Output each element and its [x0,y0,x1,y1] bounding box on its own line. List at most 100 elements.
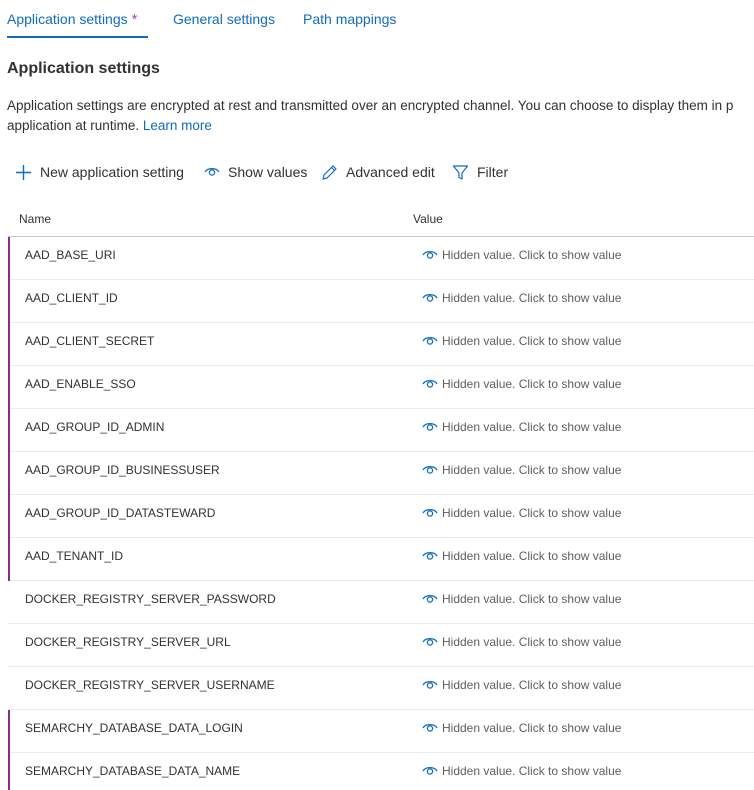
modified-row-marker [8,538,10,581]
setting-name[interactable]: DOCKER_REGISTRY_SERVER_PASSWORD [25,592,276,606]
button-label: Filter [477,164,509,180]
hidden-value-toggle[interactable]: Hidden value. Click to show value [422,592,621,606]
hidden-value-text: Hidden value. Click to show value [442,420,622,434]
eye-icon [422,508,438,517]
tab-label: Application settings [7,11,128,27]
setting-name[interactable]: DOCKER_REGISTRY_SERVER_USERNAME [25,678,275,692]
hidden-value-toggle[interactable]: Hidden value. Click to show value [422,420,621,434]
hidden-value-toggle[interactable]: Hidden value. Click to show value [422,334,621,348]
table-row[interactable]: DOCKER_REGISTRY_SERVER_USERNAME Hidden va… [8,667,754,710]
modified-row-marker [8,366,10,409]
eye-icon [204,167,220,176]
tab-path-mappings[interactable]: Path mappings [303,11,396,27]
hidden-value-toggle[interactable]: Hidden value. Click to show value [422,635,621,649]
show-values-button[interactable]: Show values [204,158,307,186]
modified-row-marker [8,452,10,495]
eye-icon [422,465,438,474]
hidden-value-text: Hidden value. Click to show value [442,334,622,348]
hidden-value-text: Hidden value. Click to show value [442,463,622,477]
table-row[interactable]: AAD_CLIENT_ID Hidden value. Click to show… [8,280,754,323]
table-row[interactable]: AAD_ENABLE_SSO Hidden value. Click to sho… [8,366,754,409]
section-title: Application settings [7,60,160,77]
setting-name[interactable]: SEMARCHY_DATABASE_DATA_LOGIN [25,721,243,735]
table-row[interactable]: AAD_GROUP_ID_DATASTEWARD Hidden value. Cl… [8,495,754,538]
column-header-value[interactable]: Value [413,212,443,226]
table-row[interactable]: AAD_TENANT_ID Hidden value. Click to show… [8,538,754,581]
setting-name[interactable]: AAD_BASE_URI [25,248,116,262]
table-row[interactable]: AAD_GROUP_ID_ADMIN Hidden value. Click to… [8,409,754,452]
hidden-value-text: Hidden value. Click to show value [442,377,622,391]
eye-icon [422,293,438,302]
setting-name[interactable]: DOCKER_REGISTRY_SERVER_URL [25,635,231,649]
eye-icon [422,723,438,732]
eye-icon [422,551,438,560]
modified-row-marker [8,280,10,323]
app-settings-page: Application settings * General settings P… [0,0,754,790]
button-label: New application setting [40,164,184,180]
hidden-value-text: Hidden value. Click to show value [442,549,622,563]
description-line: Application settings are encrypted at re… [7,98,734,113]
hidden-value-text: Hidden value. Click to show value [442,678,622,692]
tab-application-settings[interactable]: Application settings * [7,11,137,28]
modified-row-marker [8,409,10,452]
pencil-icon [322,164,337,180]
eye-icon [422,379,438,388]
hidden-value-text: Hidden value. Click to show value [442,248,622,262]
tab-general-settings[interactable]: General settings [173,11,275,27]
new-application-setting-button[interactable]: New application setting [15,158,184,186]
eye-icon [422,422,438,431]
setting-name[interactable]: AAD_GROUP_ID_BUSINESSUSER [25,463,220,477]
advanced-edit-button[interactable]: Advanced edit [321,158,435,186]
hidden-value-toggle[interactable]: Hidden value. Click to show value [422,377,621,391]
table-row[interactable]: DOCKER_REGISTRY_SERVER_PASSWORD Hidden va… [8,581,754,624]
eye-icon [422,766,438,775]
hidden-value-text: Hidden value. Click to show value [442,506,622,520]
modified-row-marker [8,753,10,790]
table-row[interactable]: SEMARCHY_DATABASE_DATA_NAME Hidden value.… [8,753,754,790]
eye-icon [422,637,438,646]
hidden-value-text: Hidden value. Click to show value [442,291,622,305]
plus-icon [16,164,31,180]
setting-name[interactable]: AAD_GROUP_ID_ADMIN [25,420,164,434]
table-row[interactable]: DOCKER_REGISTRY_SERVER_URL Hidden value. … [8,624,754,667]
setting-name[interactable]: AAD_CLIENT_ID [25,291,118,305]
tab-label: Path mappings [303,11,397,27]
active-tab-indicator [7,36,148,38]
tab-label: General settings [173,11,275,27]
eye-icon [422,594,438,603]
eye-icon [422,336,438,345]
setting-name[interactable]: SEMARCHY_DATABASE_DATA_NAME [25,764,240,778]
hidden-value-toggle[interactable]: Hidden value. Click to show value [422,549,621,563]
setting-name[interactable]: AAD_GROUP_ID_DATASTEWARD [25,506,215,520]
table-row[interactable]: AAD_CLIENT_SECRET Hidden value. Click to … [8,323,754,366]
hidden-value-toggle[interactable]: Hidden value. Click to show value [422,248,621,262]
settings-tabs: Application settings * General settings P… [0,0,754,40]
table-row[interactable]: SEMARCHY_DATABASE_DATA_LOGIN Hidden value… [8,710,754,753]
settings-table-body: AAD_BASE_URI Hidden value. Click to show … [8,237,754,790]
command-bar: New application setting Show values Adva… [0,158,754,188]
hidden-value-toggle[interactable]: Hidden value. Click to show value [422,678,621,692]
hidden-value-toggle[interactable]: Hidden value. Click to show value [422,291,621,305]
table-row[interactable]: AAD_GROUP_ID_BUSINESSUSER Hidden value. C… [8,452,754,495]
column-header-name[interactable]: Name [19,212,51,226]
filter-button[interactable]: Filter [452,158,508,186]
hidden-value-text: Hidden value. Click to show value [442,721,622,735]
hidden-value-text: Hidden value. Click to show value [442,635,622,649]
setting-name[interactable]: AAD_CLIENT_SECRET [25,334,154,348]
hidden-value-toggle[interactable]: Hidden value. Click to show value [422,764,621,778]
learn-more-link[interactable]: Learn more [143,118,212,133]
setting-name[interactable]: AAD_ENABLE_SSO [25,377,136,391]
table-row[interactable]: AAD_BASE_URI Hidden value. Click to show … [8,237,754,280]
section-description: Application settings are encrypted at re… [7,96,754,136]
modified-row-marker [8,237,10,280]
modified-row-marker [8,323,10,366]
table-header: Name Value [8,209,754,237]
modified-row-marker [8,495,10,538]
setting-name[interactable]: AAD_TENANT_ID [25,549,123,563]
hidden-value-toggle[interactable]: Hidden value. Click to show value [422,463,621,477]
hidden-value-text: Hidden value. Click to show value [442,764,622,778]
hidden-value-toggle[interactable]: Hidden value. Click to show value [422,721,621,735]
description-line: application at runtime. Learn more [7,116,754,136]
hidden-value-toggle[interactable]: Hidden value. Click to show value [422,506,621,520]
button-label: Show values [228,164,308,180]
